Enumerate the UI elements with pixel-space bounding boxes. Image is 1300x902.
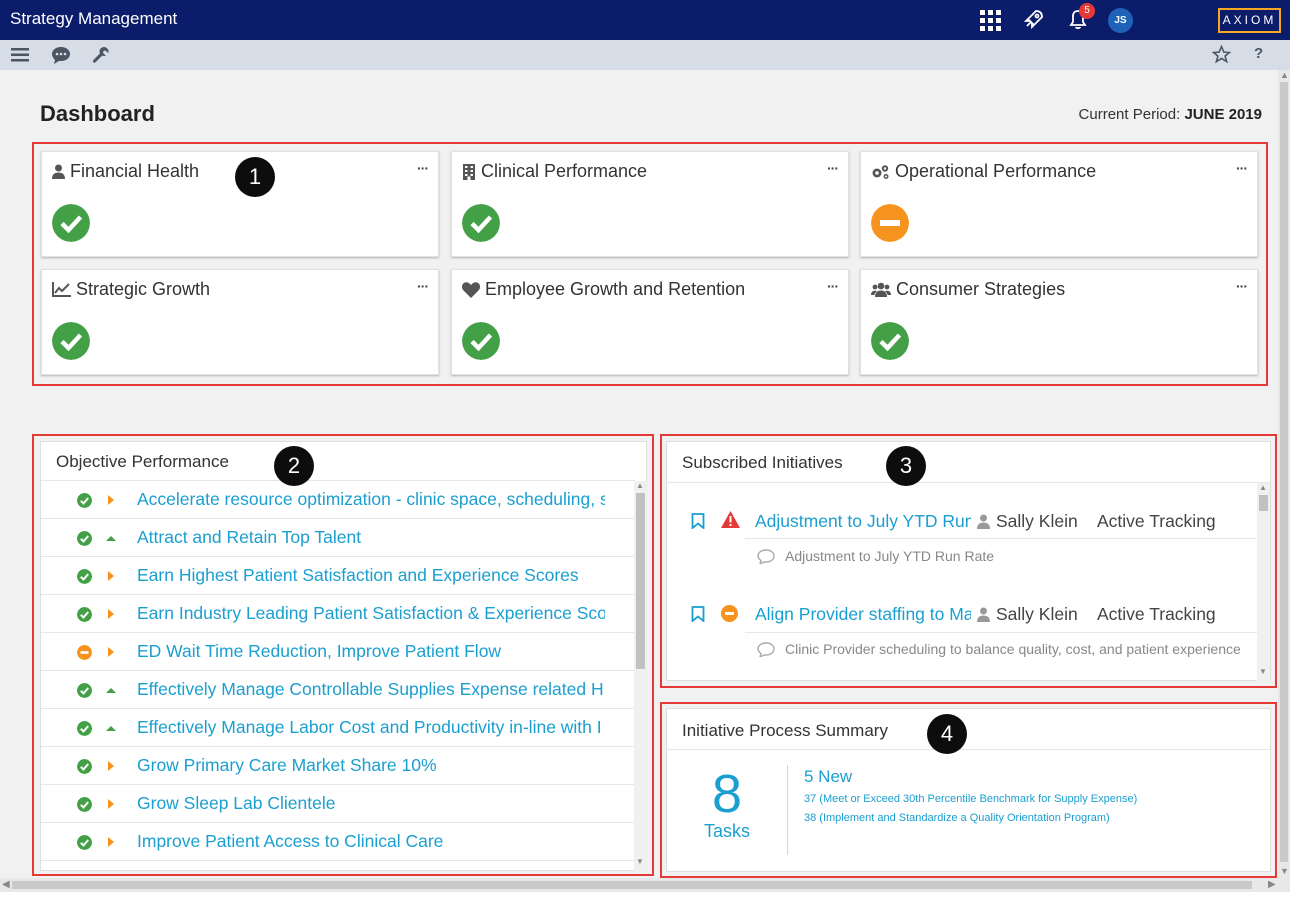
callout-marker: 2	[274, 446, 314, 486]
menu-icon[interactable]	[11, 48, 29, 62]
top-bar: Strategy Management 5 JS AXIOM	[0, 0, 1290, 40]
rocket-icon[interactable]	[1022, 7, 1046, 31]
page-title: Dashboard	[40, 101, 155, 126]
user-avatar[interactable]: JS	[1108, 8, 1133, 33]
current-period: Current Period: JUNE 2019	[1079, 106, 1262, 123]
callout-marker: 4	[927, 714, 967, 754]
toolbar: ?	[0, 40, 1290, 70]
highlight-region-2	[32, 434, 654, 876]
period-label: Current Period:	[1078, 106, 1181, 123]
brand-logo: AXIOM	[1218, 8, 1281, 33]
star-icon[interactable]	[1212, 45, 1231, 64]
notification-badge: 5	[1079, 3, 1095, 19]
page-vertical-scrollbar[interactable]: ▲ ▼	[1278, 70, 1290, 878]
callout-marker: 1	[235, 157, 275, 197]
highlight-region-3	[660, 434, 1277, 688]
wrench-icon[interactable]	[92, 46, 110, 64]
page-horizontal-scrollbar[interactable]: ◀ ▶	[0, 878, 1290, 892]
apps-grid-icon[interactable]	[980, 10, 1001, 31]
comment-icon[interactable]	[51, 46, 71, 64]
help-icon[interactable]: ?	[1254, 45, 1263, 62]
period-value: JUNE 2019	[1184, 106, 1262, 123]
callout-marker: 3	[886, 446, 926, 486]
highlight-region-1	[32, 142, 1268, 386]
app-title: Strategy Management	[10, 9, 178, 28]
highlight-region-4	[660, 702, 1277, 878]
